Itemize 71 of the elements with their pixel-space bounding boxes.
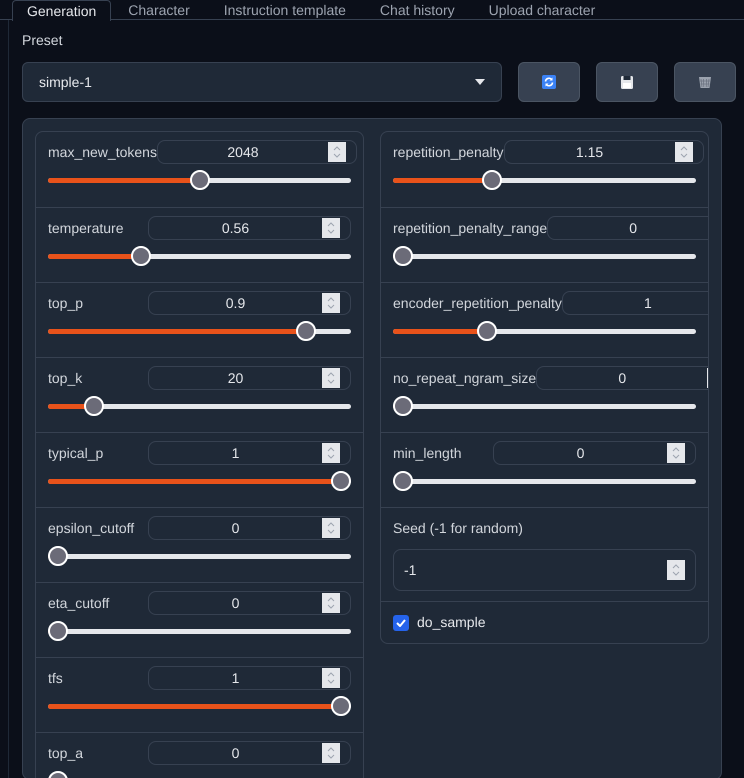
preset-dropdown[interactable]: simple-1	[22, 62, 502, 102]
seed-input[interactable]: -1	[393, 549, 696, 591]
slider-thumb[interactable]	[393, 396, 413, 416]
spinner-icon	[322, 668, 340, 688]
slider-thumb[interactable]	[477, 321, 498, 341]
slider-label: repetition_penalty	[393, 143, 504, 162]
spinner-icon	[674, 142, 693, 162]
checkmark-icon	[396, 618, 406, 626]
slider-label: top_p	[48, 294, 84, 313]
spinner-icon	[322, 443, 340, 463]
slider-thumb[interactable]	[393, 471, 413, 491]
caret-icon	[475, 79, 486, 85]
slider-thumb[interactable]	[331, 471, 351, 491]
delete-button[interactable]	[674, 62, 736, 102]
slider-thumb[interactable]	[48, 621, 68, 641]
number-input[interactable]: 1	[562, 291, 708, 315]
slider-label: no_repeat_ngram_size	[393, 369, 536, 388]
slider-thumb[interactable]	[331, 696, 351, 716]
number-input[interactable]: 1.15	[504, 140, 704, 164]
tab[interactable]: Generation	[12, 0, 112, 21]
slider-label: top_k	[48, 369, 84, 388]
slider-label: typical_p	[48, 444, 104, 463]
slider-label: repetition_penalty_range	[393, 219, 548, 238]
spinner-icon	[322, 218, 340, 238]
number-input[interactable]: 1	[148, 441, 351, 465]
slider-label: eta_cutoff	[48, 594, 110, 613]
tab[interactable]: Character	[111, 0, 207, 20]
slider-label: epsilon_cutoff	[48, 519, 136, 538]
seed-label: Seed (-1 for random)	[393, 519, 524, 538]
number-input[interactable]: 0	[547, 216, 708, 240]
slider-thumb[interactable]	[131, 246, 152, 266]
spinner-icon	[322, 518, 340, 538]
spinner-icon	[667, 560, 685, 580]
slider-thumb[interactable]	[393, 246, 413, 266]
spinner-icon	[328, 142, 346, 162]
number-input[interactable]: 0.56	[148, 216, 351, 240]
slider-label: max_new_tokens	[48, 143, 157, 162]
slider-thumb[interactable]	[482, 170, 502, 190]
number-input[interactable]: 0	[536, 366, 708, 390]
slider-label: tfs	[48, 669, 64, 688]
number-input[interactable]: 20	[148, 366, 351, 390]
refresh-button[interactable]	[518, 62, 580, 102]
tab[interactable]: Instruction template	[206, 0, 363, 20]
tab[interactable]: Upload character	[472, 0, 612, 20]
spinner-icon	[322, 743, 340, 763]
slider-label: encoder_repetition_penalty	[393, 294, 562, 313]
number-input[interactable]: 0	[493, 441, 696, 465]
refresh-icon	[542, 75, 556, 89]
save-button[interactable]	[596, 62, 658, 102]
number-input[interactable]: 2048	[156, 140, 357, 164]
number-input[interactable]: 0.9	[148, 291, 351, 315]
tab[interactable]: Chat history	[362, 0, 472, 20]
number-input[interactable]: 0	[148, 741, 351, 765]
spinner-icon	[322, 293, 340, 313]
trash-icon	[698, 75, 712, 89]
spinner-icon	[322, 593, 340, 613]
do-sample-checkbox[interactable]	[393, 614, 409, 630]
slider-label: temperature	[48, 219, 124, 238]
slider-thumb[interactable]	[84, 396, 104, 416]
slider-thumb[interactable]	[190, 170, 210, 190]
spinner-icon	[322, 368, 340, 388]
number-input[interactable]: 0	[148, 516, 351, 540]
do-sample-label: do_sample	[417, 613, 486, 632]
slider-thumb[interactable]	[296, 321, 316, 341]
number-input[interactable]: 0	[148, 591, 351, 615]
slider-label: top_a	[48, 744, 84, 763]
number-input[interactable]: 1	[148, 666, 351, 690]
slider-thumb[interactable]	[48, 546, 68, 566]
spinner-icon	[667, 443, 685, 463]
preset-label: Preset	[22, 31, 64, 50]
slider-label: min_length	[393, 444, 462, 463]
